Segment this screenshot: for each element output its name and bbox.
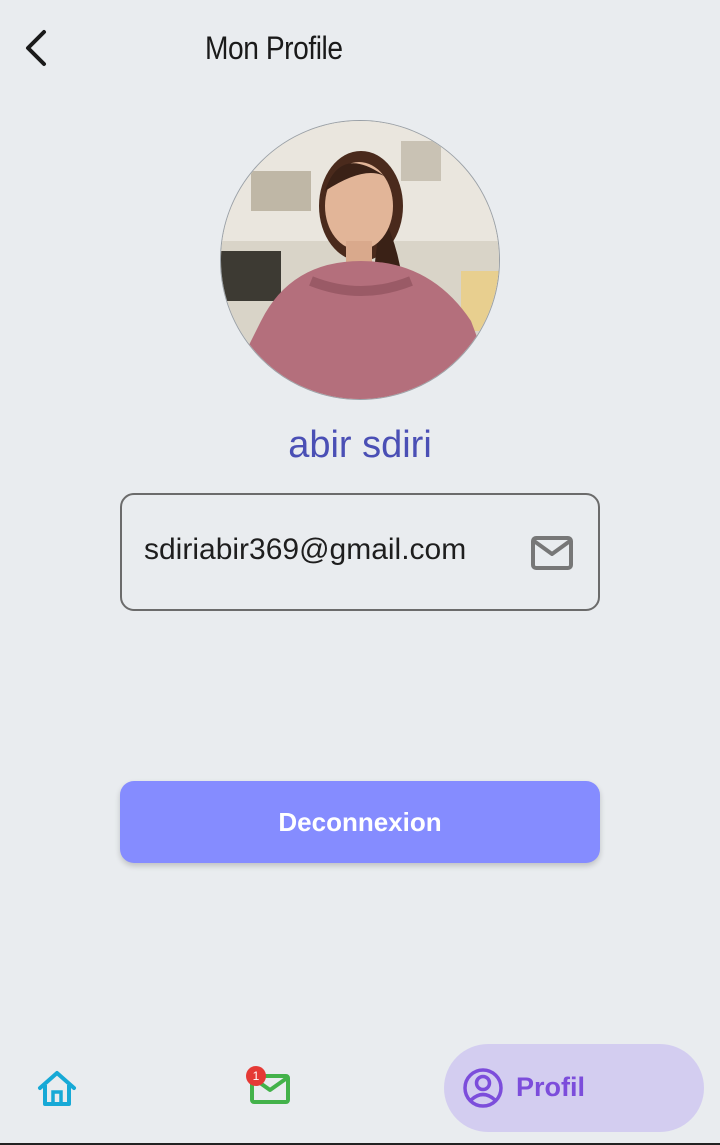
back-button[interactable] <box>18 24 62 72</box>
user-name: abir sdiri <box>288 424 432 466</box>
home-icon <box>38 1071 76 1106</box>
nav-home[interactable] <box>34 1066 80 1112</box>
logout-button[interactable]: Deconnexion <box>120 781 600 863</box>
top-app-bar: Mon Profile <box>0 0 720 100</box>
account-circle-icon <box>463 1068 503 1108</box>
email-field[interactable]: sdiriabir369@gmail.com <box>120 493 600 611</box>
mail-icon <box>530 535 574 571</box>
page-title: Mon Profile <box>205 30 343 66</box>
nav-messages[interactable]: 1 <box>246 1064 296 1110</box>
bottom-navigation: 1 Profil <box>0 1040 720 1145</box>
nav-profile[interactable]: Profil <box>444 1044 704 1132</box>
chevron-left-icon <box>26 30 46 66</box>
notification-badge: 1 <box>246 1066 266 1086</box>
avatar <box>220 120 500 400</box>
nav-profile-label: Profil <box>516 1072 586 1102</box>
logout-label: Deconnexion <box>278 806 442 837</box>
email-value: sdiriabir369@gmail.com <box>144 533 467 566</box>
